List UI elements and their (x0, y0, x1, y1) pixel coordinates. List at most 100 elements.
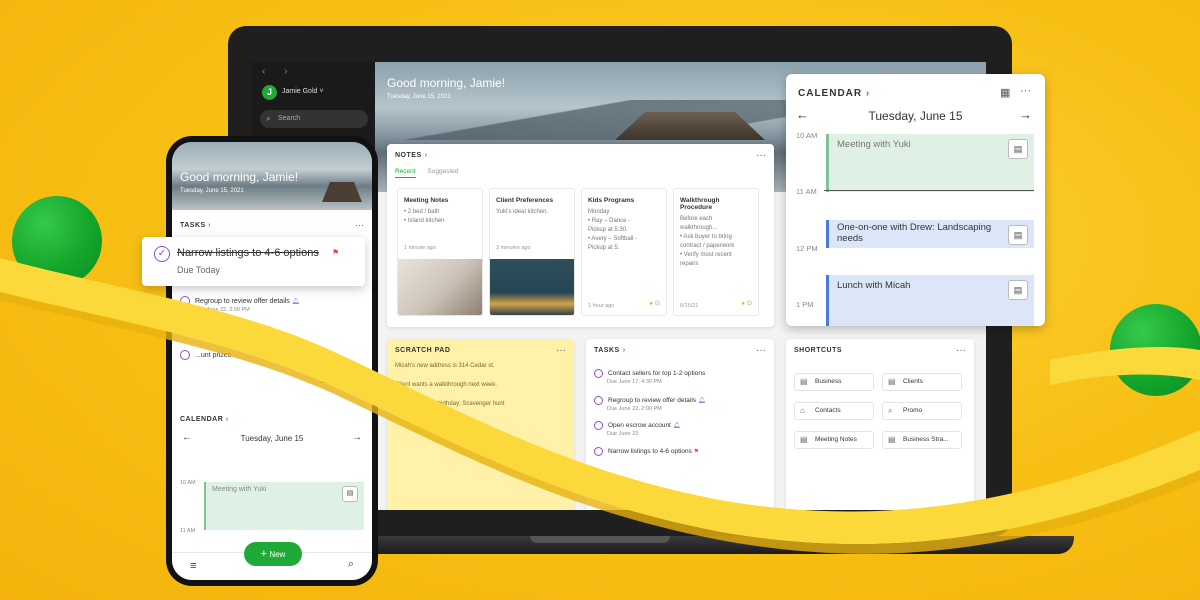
new-button[interactable]: + New (244, 542, 302, 566)
note-line: Monday (588, 209, 610, 215)
calendar-event[interactable]: Lunch with Micah ▤ (826, 275, 1034, 326)
task-checkbox[interactable] (594, 421, 603, 430)
shortcut-clients[interactable]: ▤ Clients (882, 373, 962, 391)
notebook-icon: ▤ (800, 377, 808, 386)
laptop-notch (530, 536, 670, 543)
menu-icon[interactable]: ≡ (190, 560, 196, 572)
task-item[interactable]: Narrow listings to 4-6 options ⚑ (594, 447, 699, 456)
add-note-icon[interactable]: ▤ (1008, 280, 1028, 300)
scratch-line: Client wants a walkthrough next week. (395, 382, 498, 388)
note-line: Yuki's ideal kitchen. (496, 209, 549, 215)
shortcut-contacts[interactable]: ⌂ Contacts (794, 402, 874, 420)
note-title: Meeting Notes (404, 197, 449, 204)
calendar-event[interactable]: Meeting with Yuki ▤ (204, 482, 364, 530)
shortcut-promo[interactable]: ⌕ Promo (882, 402, 962, 420)
phone-calendar-title[interactable]: CALENDAR › (180, 416, 229, 423)
avatar[interactable]: J (262, 85, 277, 100)
current-time-line (824, 190, 1034, 191)
bell-icon: 🔔︎ (672, 423, 681, 430)
note-card[interactable]: Meeting Notes • 2 bed / bath • Island ki… (397, 188, 483, 316)
nav-arrows-icon[interactable]: ‹ › (262, 66, 295, 77)
calendar-event[interactable]: One-on-one with Drew: Landscaping needs … (826, 220, 1034, 248)
phone-screen: Good morning, Jamie! Tuesday, June 15, 2… (172, 142, 372, 580)
next-day-icon[interactable]: → (352, 432, 362, 443)
tasks-title[interactable]: TASKS › (594, 347, 626, 354)
task-item[interactable]: Regroup to review offer details 🔔︎ Due Ju… (594, 396, 705, 412)
note-title: Walkthrough Procedure (680, 197, 720, 211)
note-icon: ▤ (888, 435, 896, 444)
checked-circle-icon[interactable]: ✓ (154, 246, 170, 262)
search-icon[interactable]: ⌕ (348, 558, 354, 571)
tasks-widget: TASKS › ··· Contact sellers for top 1-2 o… (586, 339, 774, 510)
scratch-pad-widget[interactable]: SCRATCH PAD ··· Micah's new address is 3… (387, 339, 574, 510)
green-ball-right (1110, 304, 1200, 396)
calendar-event[interactable]: Meeting with Yuki ▤ (826, 134, 1034, 192)
shared-icon: ● ⚇ (741, 301, 752, 307)
shortcut-business[interactable]: ▤ Business (794, 373, 874, 391)
note-time: 1 minute ago (404, 245, 436, 251)
note-line: • Ask buyer to bring (680, 234, 732, 240)
calendar-title[interactable]: CALENDAR › (798, 88, 870, 99)
note-card[interactable]: Kids Programs Monday • Ray – Dance - Pic… (581, 188, 667, 316)
tab-suggested[interactable]: Suggested (427, 168, 458, 175)
bell-icon: 🔔︎ (697, 398, 706, 405)
note-line: Pickup at 5:30. (588, 227, 628, 233)
hour-label: 11 AM (796, 187, 817, 196)
note-image-livingroom (398, 259, 482, 315)
task-checkbox[interactable] (594, 447, 603, 456)
note-line: • Avery – Softball - (588, 236, 638, 242)
task-checkbox[interactable] (180, 324, 190, 334)
shared-icon: ● ⚇ (649, 301, 660, 307)
note-time: 3 minutes ago (496, 245, 531, 251)
task-item[interactable]: Open escrow account 🔔︎ Due June 23 (594, 421, 680, 437)
notes-widget: NOTES › ··· Recent Suggested Meeting Note… (387, 144, 774, 327)
task-checkbox[interactable] (180, 350, 190, 360)
pier-image (322, 182, 362, 202)
more-icon[interactable]: ··· (556, 345, 566, 356)
note-title: Client Preferences (496, 197, 554, 204)
completed-task-card[interactable]: ✓ Narrow listings to 4-6 options ⚑ Due T… (142, 237, 365, 286)
next-day-icon[interactable]: → (1019, 107, 1032, 122)
scratch-line: Micah's new address is 314 Cedar st. (395, 363, 495, 369)
hour-label: 12 PM (796, 244, 818, 253)
notes-tabs: Recent Suggested (395, 168, 469, 178)
note-card[interactable]: Walkthrough Procedure Before each walkth… (673, 188, 759, 316)
task-item[interactable]: Regroup to review offer details 🔔︎ Due Ju… (180, 296, 299, 313)
note-title: Kids Programs (588, 197, 635, 204)
note-card[interactable]: Client Preferences Yuki's ideal kitchen.… (489, 188, 575, 316)
task-item[interactable]: Contact sellers for top 1-2 options Due J… (594, 369, 705, 385)
search-placeholder: Search (278, 115, 301, 122)
flag-icon: ⚑ (693, 449, 700, 456)
bell-icon: 🔔︎ (264, 326, 273, 333)
more-icon[interactable]: ··· (756, 150, 766, 161)
add-note-icon[interactable]: ▤ (1008, 225, 1028, 245)
scratch-title: SCRATCH PAD (395, 347, 451, 354)
search-icon: ⌕ (888, 406, 893, 415)
note-icon[interactable]: ▤ (1008, 139, 1028, 159)
phone-calendar-date: Tuesday, June 15 (240, 434, 304, 443)
calendar-icon[interactable]: ▦ (1000, 86, 1010, 99)
more-icon[interactable]: ··· (1020, 85, 1031, 97)
task-item[interactable]: ...unt prizes (180, 350, 231, 360)
task-checkbox[interactable] (594, 369, 603, 378)
user-name[interactable]: Jamie Gold ˅ (282, 88, 323, 95)
shortcut-business-strategy[interactable]: ▤ Business Stra... (882, 431, 962, 449)
task-label: Narrow listings to 4-6 options (177, 247, 319, 259)
search-input[interactable]: ⌕ Search (260, 110, 368, 128)
tab-recent[interactable]: Recent (395, 168, 416, 178)
task-item[interactable]: Open escrow account 🔔︎ Due June 23 (180, 324, 272, 341)
note-line: • Island kitchen (404, 218, 445, 224)
shortcut-meeting-notes[interactable]: ▤ Meeting Notes (794, 431, 874, 449)
more-icon[interactable]: ··· (355, 220, 364, 230)
task-checkbox[interactable] (594, 396, 603, 405)
more-icon[interactable]: ··· (756, 345, 766, 356)
more-tasks-link[interactable]: 21 more tasks (320, 378, 364, 385)
shortcuts-title: SHORTCUTS (794, 347, 843, 354)
notes-title[interactable]: NOTES › (395, 152, 427, 159)
hour-label: 1 PM (796, 300, 814, 309)
phone-hero-banner: Good morning, Jamie! Tuesday, June 15, 2… (172, 142, 372, 210)
note-icon[interactable]: ▤ (342, 486, 358, 502)
more-icon[interactable]: ··· (956, 345, 966, 356)
phone-tasks-title[interactable]: TASKS › (180, 222, 211, 229)
task-checkbox[interactable] (180, 296, 190, 306)
